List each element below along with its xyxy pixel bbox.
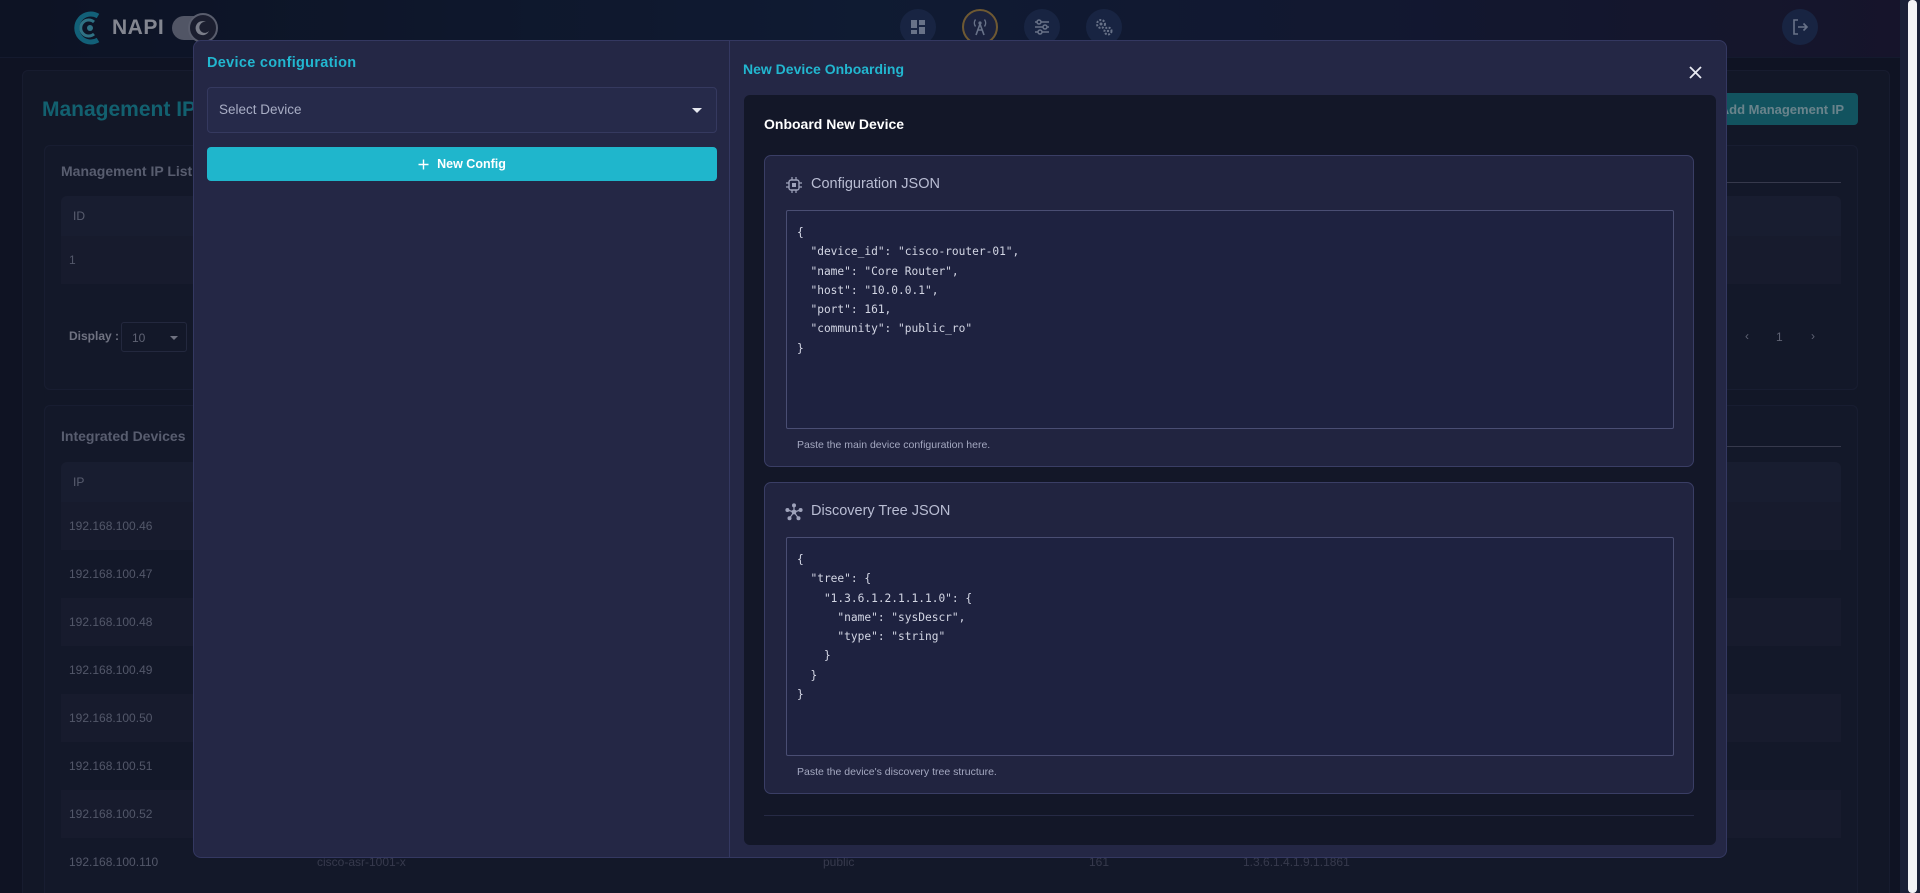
discovery-tree-json-helper: Paste the device's discovery tree struct…: [797, 766, 997, 778]
page-scrollbar-thumb[interactable]: [1908, 0, 1917, 893]
configuration-json-section: Configuration JSON { "device_id": "cisco…: [764, 155, 1694, 467]
close-icon: [1688, 65, 1702, 79]
discovery-tree-json-section: Discovery Tree JSON { "tree": { "1.3.6.1…: [764, 482, 1694, 794]
new-config-button[interactable]: New Config: [207, 147, 717, 181]
network-tree-icon: [785, 503, 803, 521]
onboard-heading: Onboard New Device: [764, 116, 905, 132]
onboarding-panel: New Device Onboarding Onboard New Device…: [731, 41, 1726, 857]
device-onboarding-modal: Device configuration Select Device New C…: [193, 40, 1727, 858]
divider: [764, 815, 1694, 816]
onboarding-title: New Device Onboarding: [743, 61, 905, 77]
caret-down-icon: [692, 108, 702, 113]
configuration-json-textarea[interactable]: { "device_id": "cisco-router-01", "name"…: [786, 210, 1674, 429]
onboard-form: Onboard New Device Configuration JSON { …: [744, 95, 1716, 845]
plus-icon: [418, 159, 429, 169]
configuration-json-label: Configuration JSON: [811, 176, 940, 192]
discovery-tree-json-textarea[interactable]: { "tree": { "1.3.6.1.2.1.1.1.0": { "name…: [786, 537, 1674, 756]
discovery-tree-json-label: Discovery Tree JSON: [811, 503, 951, 519]
new-config-label: New Config: [437, 157, 506, 171]
device-config-title: Device configuration: [207, 55, 357, 71]
close-button[interactable]: [1684, 61, 1706, 83]
device-config-panel: Device configuration Select Device New C…: [194, 41, 730, 857]
configuration-json-helper: Paste the main device configuration here…: [797, 439, 991, 451]
device-select[interactable]: Select Device: [207, 87, 717, 133]
device-select-placeholder: Select Device: [219, 102, 302, 117]
page-scrollbar-track: [1900, 0, 1920, 893]
chip-icon: [786, 177, 802, 193]
